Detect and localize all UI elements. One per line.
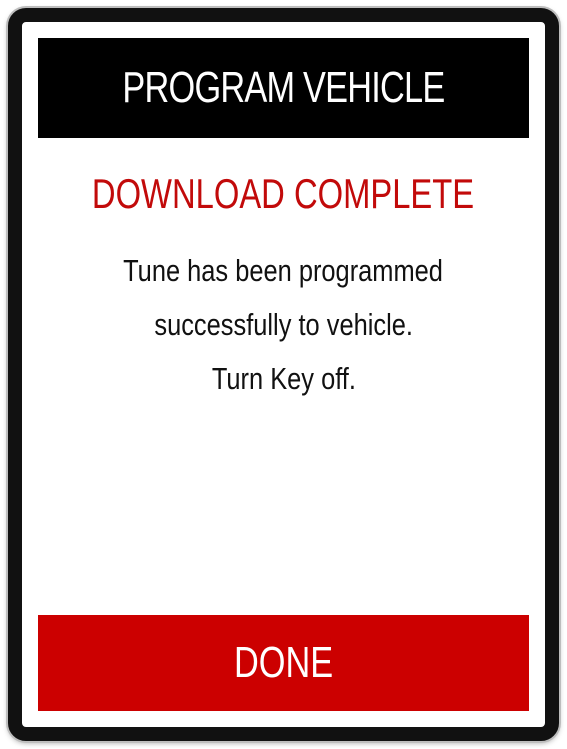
header-bar: PROGRAM VEHICLE <box>38 38 529 138</box>
screen: PROGRAM VEHICLE DOWNLOAD COMPLETE Tune h… <box>38 38 529 711</box>
message-line: Tune has been programmed <box>123 253 444 288</box>
message-line: successfully to vehicle. <box>154 307 413 342</box>
done-button[interactable]: DONE <box>38 615 529 711</box>
device-frame: PROGRAM VEHICLE DOWNLOAD COMPLETE Tune h… <box>8 8 559 741</box>
done-button-label: DONE <box>233 638 334 687</box>
message-line: Turn Key off. <box>211 361 356 396</box>
download-status-text: DOWNLOAD COMPLETE <box>92 170 475 217</box>
download-status: DOWNLOAD COMPLETE <box>38 170 529 218</box>
message-text: Tune has been programmed successfully to… <box>38 244 529 406</box>
page-title: PROGRAM VEHICLE <box>122 63 445 112</box>
